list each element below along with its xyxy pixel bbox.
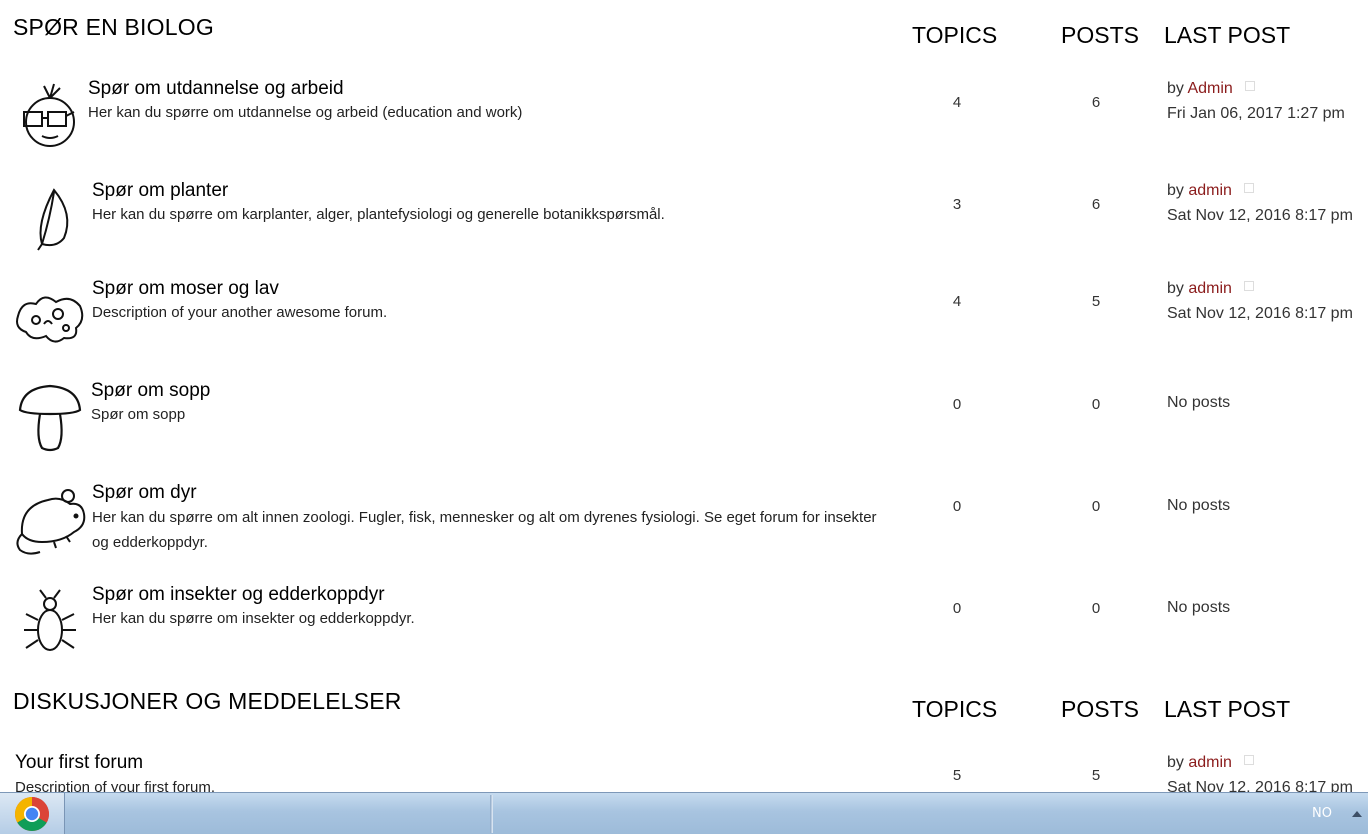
forum-description: Spør om sopp [91,406,186,423]
last-post-by-label: by [1167,182,1184,199]
last-post-date: Sat Nov 12, 2016 8:17 pm [1167,207,1353,224]
last-post-author-line: by admin [1167,280,1255,298]
posts-count: 5 [1091,293,1101,310]
topics-count: 4 [952,293,962,310]
lichen-icon [14,282,86,354]
posts-column-header: POSTS [1061,22,1139,48]
last-post-by-label: by [1167,754,1184,771]
last-post-empty: No posts [1167,394,1231,411]
last-post-column-header: LAST POST [1164,22,1291,48]
topics-count: 0 [952,396,962,413]
forum-title-link[interactable]: Spør om moser og lav [92,278,279,300]
forum-title-link[interactable]: Spør om dyr [92,482,197,504]
glasses-face-icon [14,82,86,154]
topics-count: 5 [952,767,962,784]
forum-description: Her kan du spørre om utdannelse og arbei… [88,104,523,121]
posts-count: 6 [1091,94,1101,111]
forum-title-link[interactable]: Spør om utdannelse og arbeid [88,78,344,100]
posts-column-header: POSTS [1061,696,1139,722]
category-title[interactable]: SPØR EN BIOLOG [13,14,214,41]
last-post-date: Fri Jan 06, 2017 1:27 pm [1167,105,1345,122]
last-post-empty: No posts [1167,599,1231,616]
last-post-by-label: by [1167,280,1184,297]
topics-count: 3 [952,196,962,213]
view-latest-post-icon[interactable] [1244,183,1255,193]
forum-title-link[interactable]: Spør om planter [92,180,228,202]
forum-description: Her kan du spørre om alt innen zoologi. … [92,509,877,551]
last-post-author-line: by Admin [1167,80,1256,98]
topics-column-header: TOPICS [912,696,998,722]
chrome-icon [15,797,49,831]
leaf-icon [14,184,86,256]
chrome-taskbar-button[interactable] [0,793,65,834]
last-post-username-link[interactable]: Admin [1187,80,1232,97]
mouse-icon [14,484,86,556]
language-indicator[interactable]: NO [1312,806,1332,821]
forum-description: Description of your another awesome foru… [92,304,388,321]
posts-count: 0 [1091,498,1101,515]
posts-count: 5 [1091,767,1101,784]
posts-count: 0 [1091,396,1101,413]
forum-description: Her kan du spørre om insekter og edderko… [92,610,415,627]
topics-column-header: TOPICS [912,22,998,48]
topics-count: 0 [952,600,962,617]
os-taskbar: NO [0,792,1368,834]
view-latest-post-icon[interactable] [1245,81,1256,91]
last-post-date: Sat Nov 12, 2016 8:17 pm [1167,305,1353,322]
topics-count: 0 [952,498,962,515]
last-post-username-link[interactable]: admin [1188,754,1232,771]
last-post-author-line: by admin [1167,754,1255,772]
view-latest-post-icon[interactable] [1244,755,1255,765]
posts-count: 0 [1091,600,1101,617]
last-post-author-line: by admin [1167,182,1255,200]
forum-title-link[interactable]: Your first forum [15,752,143,774]
last-post-empty: No posts [1167,497,1231,514]
forum-title-link[interactable]: Spør om insekter og edderkoppdyr [92,584,385,606]
last-post-column-header: LAST POST [1164,696,1291,722]
last-post-by-label: by [1167,80,1184,97]
last-post-username-link[interactable]: admin [1188,280,1232,297]
forum-description: Her kan du spørre om karplanter, alger, … [92,206,665,223]
mushroom-icon [14,382,86,454]
show-hidden-icons-arrow-icon[interactable] [1352,811,1362,817]
view-latest-post-icon[interactable] [1244,281,1255,291]
forum-title-link[interactable]: Spør om sopp [91,380,210,402]
category-title[interactable]: DISKUSJONER OG MEDDELELSER [13,688,402,715]
last-post-username-link[interactable]: admin [1188,182,1232,199]
taskbar-separator [490,795,493,833]
insect-icon [14,586,86,658]
topics-count: 4 [952,94,962,111]
posts-count: 6 [1091,196,1101,213]
